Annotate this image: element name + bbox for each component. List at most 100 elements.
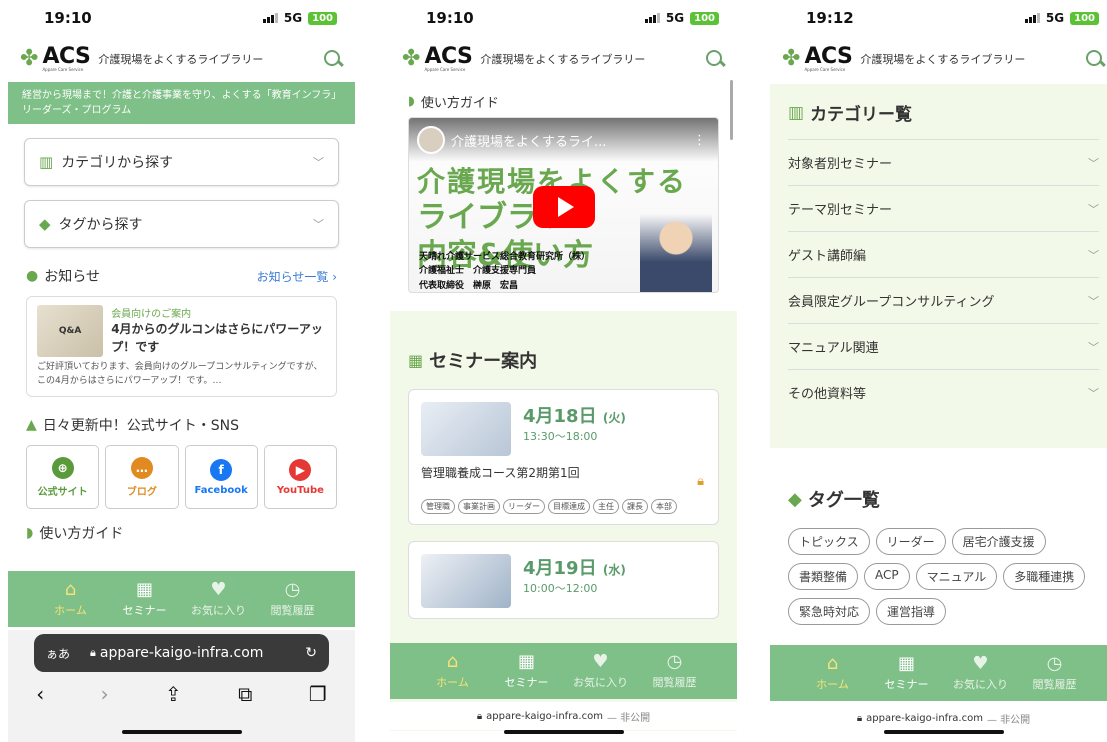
app-header: ✤ ACS Appare Care Service 介護現場をよくするライブラリ… bbox=[770, 36, 1107, 82]
tag-chip[interactable]: 主任 bbox=[593, 499, 619, 514]
tag-chip[interactable]: 緊急時対応 bbox=[788, 598, 871, 625]
news-card[interactable]: Q&A 会員向けのご案内 4月からのグルコンはさらにパワーアップ！です ご好評頂… bbox=[26, 296, 337, 397]
tab-home[interactable]: ⌂ ホーム bbox=[801, 645, 865, 701]
books-icon: ▥ bbox=[39, 153, 54, 171]
category-item[interactable]: テーマ別セミナー ﹀ bbox=[788, 185, 1099, 231]
search-icon[interactable] bbox=[1085, 49, 1105, 69]
chevron-down-icon: ﹀ bbox=[1088, 202, 1099, 216]
tag-chip[interactable]: 運営指導 bbox=[876, 598, 947, 625]
logo[interactable]: ✤ ACS Appare Care Service bbox=[782, 46, 853, 72]
forward-icon[interactable]: › bbox=[101, 682, 109, 706]
chevron-down-icon: ﹀ bbox=[1088, 386, 1099, 400]
tabs-icon[interactable]: ❐ bbox=[309, 682, 327, 706]
tag-chip[interactable]: 書類整備 bbox=[788, 563, 859, 590]
reload-icon[interactable]: ↻ bbox=[305, 645, 317, 661]
tab-seminar[interactable]: ▦ セミナー bbox=[875, 645, 939, 701]
category-item[interactable]: ゲスト講師編 ﹀ bbox=[788, 231, 1099, 277]
tag-chip[interactable]: トピックス bbox=[788, 528, 870, 555]
tag-chip[interactable]: マニュアル bbox=[915, 563, 998, 590]
tag-chip[interactable]: 事業計画 bbox=[458, 499, 500, 514]
compact-url-bar[interactable]: 🔒︎ appare-kaigo-infra.com — 非公開 bbox=[390, 702, 737, 730]
tag-chip[interactable]: 課長 bbox=[622, 499, 648, 514]
thumbs-up-icon: ▲ bbox=[26, 417, 37, 433]
guide-heading-row: ◗ 使い方ガイド bbox=[390, 82, 737, 117]
tag-chip[interactable]: 目標達成 bbox=[548, 499, 590, 514]
beginner-icon: ◗ bbox=[26, 525, 34, 541]
network-label: 5G bbox=[1045, 11, 1065, 25]
category-item[interactable]: マニュアル関連 ﹀ bbox=[788, 323, 1099, 369]
tab-favorites[interactable]: ♥ お気に入り bbox=[187, 571, 251, 627]
tab-history[interactable]: ◷ 閲覧履歴 bbox=[261, 571, 325, 627]
tab-favorites[interactable]: ♥ お気に入り bbox=[569, 643, 633, 699]
youtube-video-embed[interactable]: 介護現場をよくする ライブラリー 内容&使い方 介護現場をよくするライ... ⋮ … bbox=[408, 117, 719, 293]
news-thumbnail: Q&A bbox=[37, 305, 104, 357]
battery-icon: 100 bbox=[308, 11, 337, 25]
seminar-time: 13:30〜18:00 bbox=[523, 430, 598, 443]
brand-name: ACS bbox=[42, 44, 91, 69]
chevron-down-icon: ﹀ bbox=[1088, 248, 1099, 262]
logo[interactable]: ✤ ACS Appare Care Service bbox=[402, 46, 473, 72]
lock-icon: 🔒︎ bbox=[697, 474, 704, 489]
tag-chip[interactable]: 管理職 bbox=[421, 499, 455, 514]
tab-seminar[interactable]: ▦ セミナー bbox=[113, 571, 177, 627]
more-options-icon[interactable]: ⋮ bbox=[693, 133, 706, 148]
tag-chip[interactable]: 居宅介護支援 bbox=[951, 528, 1046, 555]
status-bar: 19:10 5G 100 bbox=[8, 0, 355, 36]
news-category: 会員向けのご案内 bbox=[111, 309, 192, 320]
tag-chip[interactable]: リーダー bbox=[503, 499, 545, 514]
globe-icon: ⊕ bbox=[51, 456, 74, 479]
text-size-button[interactable]: ぁあ bbox=[46, 645, 70, 662]
tag-chip[interactable]: 多職種連携 bbox=[1003, 563, 1086, 590]
seminar-thumbnail bbox=[421, 402, 511, 456]
app-header: ✤ ACS Appare Care Service 介護現場をよくするライブラリ… bbox=[8, 36, 355, 82]
news-more-link[interactable]: お知らせ一覧 › bbox=[257, 268, 337, 285]
tab-favorites[interactable]: ♥ お気に入り bbox=[949, 645, 1013, 701]
blog-button[interactable]: … ブログ bbox=[105, 445, 179, 509]
category-item[interactable]: 会員限定グループコンサルティング ﹀ bbox=[788, 277, 1099, 323]
tag-chip[interactable]: ACP bbox=[864, 563, 910, 590]
safari-toolbar: ぁあ 🔒︎ appare-kaigo-infra.com ↻ ‹ › ⇪ ⧉ ❐ bbox=[8, 630, 355, 742]
facebook-button[interactable]: f Facebook bbox=[184, 445, 258, 509]
address-bar[interactable]: ぁあ 🔒︎ appare-kaigo-infra.com ↻ bbox=[34, 634, 329, 672]
tag-chip[interactable]: 本部 bbox=[651, 499, 677, 514]
tab-home[interactable]: ⌂ ホーム bbox=[421, 643, 485, 699]
tag-accordion[interactable]: ◆ タグから探す ﹀ bbox=[24, 200, 339, 248]
tab-history[interactable]: ◷ 閲覧履歴 bbox=[1023, 645, 1087, 701]
share-icon[interactable]: ⇪ bbox=[165, 682, 182, 706]
tagline: 介護現場をよくするライブラリー bbox=[480, 53, 646, 66]
heart-icon: ♥ bbox=[592, 650, 609, 672]
beginner-icon: ◗ bbox=[408, 94, 415, 109]
seminar-card[interactable]: 4月18日 (火) 13:30〜18:00 管理職養成コース第2期第1回 🔒︎ … bbox=[408, 389, 719, 525]
back-icon[interactable]: ‹ bbox=[36, 682, 44, 706]
logo[interactable]: ✤ ACS Appare Care Service bbox=[20, 44, 91, 72]
official-site-button[interactable]: ⊕ 公式サイト bbox=[26, 445, 100, 509]
seminar-thumbnail bbox=[421, 554, 511, 608]
seminar-weekday: (水) bbox=[602, 563, 626, 577]
search-icon[interactable] bbox=[705, 49, 725, 69]
status-bar: 19:12 5G 100 bbox=[770, 0, 1107, 36]
video-presenter-info: 天晴れ介護サービス総合教育研究所（株） 介護福祉士 介護支援専門員 代表取締役 … bbox=[419, 252, 591, 291]
seminar-card[interactable]: 4月19日 (水) 10:00〜12:00 bbox=[408, 541, 719, 619]
search-icon[interactable] bbox=[323, 49, 343, 69]
tab-home[interactable]: ⌂ ホーム bbox=[39, 571, 103, 627]
guide-heading: 使い方ガイド bbox=[420, 96, 499, 111]
tag-chip[interactable]: リーダー bbox=[875, 528, 946, 555]
tag-icon: ◆ bbox=[788, 488, 802, 510]
tab-history[interactable]: ◷ 閲覧履歴 bbox=[643, 643, 707, 699]
compact-url-bar[interactable]: 🔒︎ appare-kaigo-infra.com — 非公開 bbox=[770, 704, 1107, 732]
category-item[interactable]: その他資料等 ﹀ bbox=[788, 369, 1099, 415]
news-title: 4月からのグルコンはさらにパワーアップ！です bbox=[111, 322, 323, 354]
youtube-button[interactable]: ▶ YouTube bbox=[263, 445, 337, 509]
bookmarks-icon[interactable]: ⧉ bbox=[238, 682, 252, 706]
play-button[interactable] bbox=[533, 186, 595, 228]
category-accordion[interactable]: ▥ カテゴリから探す ﹀ bbox=[24, 138, 339, 186]
scrollbar[interactable] bbox=[730, 80, 733, 140]
visibility-label: — 非公開 bbox=[986, 714, 1031, 726]
phone-screen-home-top: 19:10 5G 100 ✤ ACS Appare Care Service 介… bbox=[8, 0, 355, 742]
home-icon: ⌂ bbox=[446, 650, 459, 672]
network-label: 5G bbox=[283, 11, 303, 25]
tab-seminar[interactable]: ▦ セミナー bbox=[495, 643, 559, 699]
brand-sub: Appare Care Service bbox=[42, 67, 84, 72]
status-time: 19:10 bbox=[44, 9, 92, 27]
category-item[interactable]: 対象者別セミナー ﹀ bbox=[788, 139, 1099, 185]
